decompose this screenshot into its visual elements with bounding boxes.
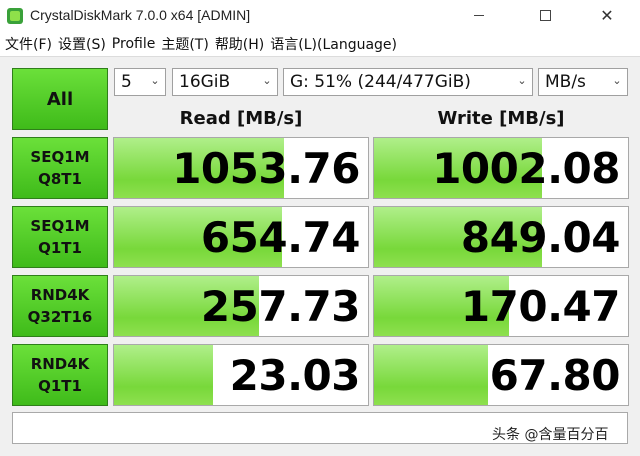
drive-value: G: 51% (244/477GiB) <box>290 72 471 92</box>
test-name: SEQ1M <box>30 217 90 235</box>
menu-bar: 文件(F) 设置(S) Profile 主题(T) 帮助(H) 语言(L)(La… <box>0 32 640 57</box>
watermark: 头条 @含量百分百 <box>492 427 609 443</box>
test-count-select[interactable]: 5 ⌄ <box>114 68 166 96</box>
read-result-value: 257.73 <box>200 282 361 331</box>
test-params: Q1T1 <box>38 377 82 395</box>
app-icon <box>7 8 23 24</box>
read-result-cell: 1053.76 <box>113 137 369 199</box>
write-result-value: 67.80 <box>489 351 621 400</box>
menu-theme[interactable]: 主题(T) <box>158 34 211 54</box>
test-name: RND4K <box>30 355 90 373</box>
write-result-value: 849.04 <box>460 213 621 262</box>
test-count-value: 5 <box>121 72 132 92</box>
all-button[interactable]: All <box>12 68 108 130</box>
minimize-icon <box>474 15 484 16</box>
menu-settings[interactable]: 设置(S) <box>55 34 109 54</box>
read-result-value: 23.03 <box>229 351 361 400</box>
write-result-bar <box>374 345 489 405</box>
menu-file[interactable]: 文件(F) <box>2 34 55 54</box>
read-result-cell: 257.73 <box>113 275 369 337</box>
test-size-value: 16GiB <box>179 72 231 92</box>
write-result-cell: 170.47 <box>373 275 629 337</box>
write-result-cell: 67.80 <box>373 344 629 406</box>
menu-help[interactable]: 帮助(H) <box>212 34 267 54</box>
unit-value: MB/s <box>545 72 586 92</box>
read-result-bar <box>114 345 214 405</box>
chevron-down-icon: ⌄ <box>612 74 622 87</box>
read-result-value: 654.74 <box>200 213 361 262</box>
read-result-cell: 654.74 <box>113 206 369 268</box>
title-bar: CrystalDiskMark 7.0.0 x64 [ADMIN] ✕ <box>0 0 640 33</box>
chevron-down-icon: ⌄ <box>517 74 527 87</box>
chevron-down-icon: ⌄ <box>150 74 160 87</box>
maximize-icon <box>539 10 551 21</box>
write-result-value: 170.47 <box>460 282 621 331</box>
test-button-seq1m-q1t1[interactable]: SEQ1M Q1T1 <box>12 206 108 268</box>
close-button[interactable]: ✕ <box>584 0 630 31</box>
read-result-cell: 23.03 <box>113 344 369 406</box>
test-button-rnd4k-q1t1[interactable]: RND4K Q1T1 <box>12 344 108 406</box>
write-result-cell: 849.04 <box>373 206 629 268</box>
test-name: RND4K <box>30 286 90 304</box>
read-column-header: Read [MB/s] <box>179 108 303 129</box>
test-button-rnd4k-q32t16[interactable]: RND4K Q32T16 <box>12 275 108 337</box>
menu-language[interactable]: 语言(L)(Language) <box>267 34 400 54</box>
test-name: SEQ1M <box>30 148 90 166</box>
test-params: Q1T1 <box>38 239 82 257</box>
write-result-value: 1002.08 <box>432 144 620 193</box>
write-result-cell: 1002.08 <box>373 137 629 199</box>
maximize-button[interactable] <box>522 0 568 31</box>
unit-select[interactable]: MB/s ⌄ <box>538 68 628 96</box>
test-size-select[interactable]: 16GiB ⌄ <box>172 68 278 96</box>
test-button-seq1m-q8t1[interactable]: SEQ1M Q8T1 <box>12 137 108 199</box>
window-title: CrystalDiskMark 7.0.0 x64 [ADMIN] <box>30 7 251 23</box>
test-params: Q8T1 <box>38 170 82 188</box>
write-column-header: Write [MB/s] <box>437 108 565 129</box>
menu-profile[interactable]: Profile <box>109 36 159 52</box>
minimize-button[interactable] <box>456 0 502 31</box>
chevron-down-icon: ⌄ <box>262 74 272 87</box>
close-icon: ✕ <box>600 6 614 25</box>
read-result-value: 1053.76 <box>172 144 360 193</box>
test-params: Q32T16 <box>27 308 93 326</box>
drive-select[interactable]: G: 51% (244/477GiB) ⌄ <box>283 68 533 96</box>
